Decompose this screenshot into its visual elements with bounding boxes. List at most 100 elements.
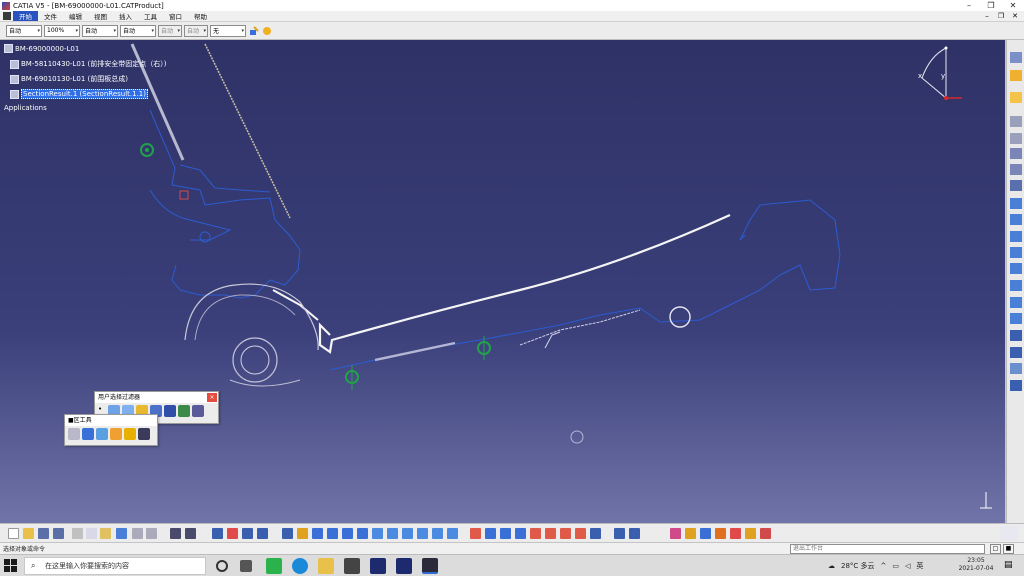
recorder-taskbar-icon[interactable] [422, 558, 438, 574]
menu-help[interactable]: 帮助 [188, 11, 213, 21]
taskbar-search-box[interactable]: ⌕ 在这里输入你要搜索的内容 [24, 557, 206, 575]
angle-constraint-icon[interactable] [575, 528, 586, 539]
weather-text[interactable]: 28°C 多云 [841, 561, 875, 571]
iso-view-icon[interactable] [387, 528, 398, 539]
mirror-icon[interactable] [1010, 347, 1022, 358]
fix-component-icon[interactable] [590, 528, 601, 539]
tree-node-section-result[interactable]: SectionResult.1 (SectionResult.1.1) [10, 89, 148, 99]
hide-show-icon[interactable] [417, 528, 428, 539]
minimize-button[interactable]: – [958, 0, 980, 11]
product-insert-icon[interactable] [242, 528, 253, 539]
network-icon[interactable]: ▭ [892, 562, 899, 570]
transparency-combo[interactable]: 100% ▾ [44, 24, 80, 37]
weather-icon[interactable]: ☁ [828, 562, 835, 570]
measure-between-icon[interactable] [629, 528, 640, 539]
render-style-combo[interactable]: 自动 ▾ [184, 24, 208, 37]
coincidence-constraint-icon[interactable] [530, 528, 541, 539]
annotation-icon[interactable] [700, 528, 711, 539]
line-icon[interactable] [1010, 263, 1022, 274]
component-icon[interactable] [227, 528, 238, 539]
doc-restore-button[interactable]: ❐ [994, 11, 1008, 22]
update-icon[interactable] [614, 528, 625, 539]
file-explorer-icon[interactable] [318, 558, 334, 574]
axis-icon[interactable] [1010, 280, 1022, 291]
cut-icon[interactable] [72, 528, 83, 539]
photo-icon[interactable] [685, 528, 696, 539]
exit-sketch-icon[interactable] [1010, 380, 1022, 391]
knowledge-icon[interactable] [745, 528, 756, 539]
render-icon[interactable] [447, 528, 458, 539]
table-icon[interactable] [82, 428, 94, 440]
task-view-icon[interactable] [240, 560, 252, 572]
part-insert-icon[interactable] [257, 528, 268, 539]
geometry-filter-icon[interactable] [164, 405, 176, 417]
circle-icon[interactable] [1010, 231, 1022, 242]
product-icon[interactable] [1010, 198, 1022, 209]
tool-filter-icon[interactable] [178, 405, 190, 417]
close-icon[interactable]: × [207, 393, 217, 402]
apply-material-icon[interactable] [670, 528, 681, 539]
color-combo[interactable]: 自动 ▾ [6, 24, 42, 37]
normal-view-icon[interactable] [372, 528, 383, 539]
menu-edit[interactable]: 编辑 [63, 11, 88, 21]
redo-icon[interactable] [132, 528, 143, 539]
tree-node-part-1[interactable]: BM-58110430-L01 (前排安全带固定点（右）) [10, 59, 167, 69]
tree-node-part-2[interactable]: BM-69010130-L01 (前围板总成) [10, 74, 128, 84]
point-symbol-combo[interactable]: 自动 ▾ [158, 24, 182, 37]
fly-icon[interactable] [282, 528, 293, 539]
whats-this-icon[interactable] [146, 528, 157, 539]
volume-icon[interactable]: ◁ [905, 562, 910, 570]
catia-taskbar-icon-2[interactable] [396, 558, 412, 574]
painter-icon[interactable] [248, 25, 259, 36]
print-icon[interactable] [53, 528, 64, 539]
green-marker-1[interactable] [140, 143, 154, 157]
grid-icon[interactable] [68, 428, 80, 440]
windows-start-icon[interactable] [4, 559, 17, 572]
contact-constraint-icon[interactable] [545, 528, 556, 539]
tray-expand-icon[interactable]: ^ [881, 562, 887, 570]
tree-node-applications[interactable]: Applications [4, 104, 47, 112]
dimension-icon[interactable] [124, 428, 136, 440]
tree-root-node[interactable]: BM-69000000-L01 [4, 44, 79, 53]
open-icon[interactable] [23, 528, 34, 539]
layer-combo[interactable]: 无 ▾ [210, 24, 246, 37]
copy-icon[interactable] [86, 528, 97, 539]
spline-icon[interactable] [1010, 247, 1022, 258]
paste-icon[interactable] [100, 528, 111, 539]
capture-icon[interactable] [138, 428, 150, 440]
inertia-icon[interactable] [110, 428, 122, 440]
restore-button[interactable]: ❐ [980, 0, 1002, 11]
distance-icon[interactable] [1010, 133, 1022, 144]
explode-icon[interactable] [500, 528, 511, 539]
point-icon[interactable] [1010, 297, 1022, 308]
menu-file[interactable]: 文件 [38, 11, 63, 21]
snap-icon[interactable] [485, 528, 496, 539]
scene-icon[interactable] [715, 528, 726, 539]
quick-select-icon[interactable] [192, 405, 204, 417]
comment-icon[interactable] [185, 528, 196, 539]
zoom-out-icon[interactable] [357, 528, 368, 539]
taskbar-clock[interactable]: 23:05 2021-07-04 [956, 557, 996, 573]
trim-icon[interactable] [1010, 330, 1022, 341]
document-icon[interactable] [3, 12, 11, 20]
clash-icon[interactable] [1010, 116, 1022, 127]
3d-viewport[interactable]: x y [0, 40, 1005, 523]
rectangle-icon[interactable] [1010, 214, 1022, 225]
command-stop-button[interactable]: ■ [1003, 544, 1014, 554]
pencil-icon[interactable] [1010, 148, 1022, 159]
clash-check-icon[interactable] [515, 528, 526, 539]
view-mode-icon[interactable] [402, 528, 413, 539]
notification-icon[interactable]: ▤ [1004, 560, 1013, 570]
fillet-icon[interactable] [1010, 313, 1022, 324]
workbench-icon[interactable] [1010, 52, 1022, 63]
menu-insert[interactable]: 插入 [113, 11, 138, 21]
settings-gear-icon[interactable] [344, 558, 360, 574]
menu-start[interactable]: 开始 [13, 11, 38, 21]
fit-all-icon[interactable] [297, 528, 308, 539]
section-icon[interactable] [1010, 92, 1022, 103]
analysis-icon[interactable] [760, 528, 771, 539]
small-tools-title[interactable]: ■区工具 [65, 415, 157, 426]
assembly-icon[interactable] [1010, 70, 1022, 81]
formula-icon[interactable] [170, 528, 181, 539]
menu-window[interactable]: 窗口 [163, 11, 188, 21]
